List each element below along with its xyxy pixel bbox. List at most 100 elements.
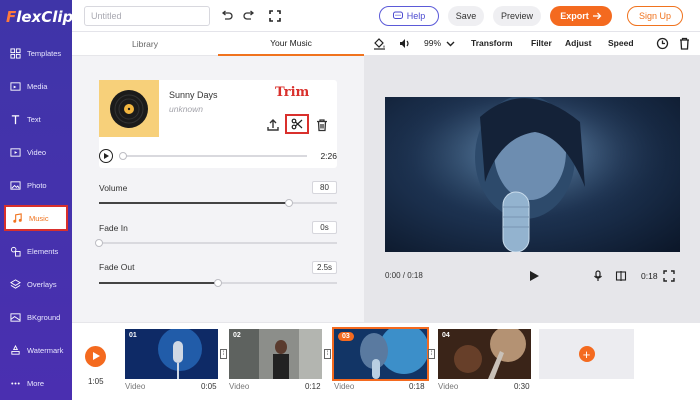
top-bar: Help Save Preview Export Sign Up — [72, 0, 700, 32]
sidebar-item-media[interactable]: Media — [4, 73, 68, 99]
fullscreen-icon[interactable] — [268, 9, 282, 23]
add-clip-button[interactable]: + — [539, 329, 634, 379]
more-icon — [11, 381, 20, 385]
timeline-clip-4[interactable]: 04 — [438, 329, 531, 379]
undo-icon[interactable] — [220, 9, 234, 23]
video-icon — [10, 147, 21, 157]
clock-icon[interactable] — [656, 37, 669, 50]
microphone-icon[interactable] — [592, 270, 604, 282]
end-time: 0:18 — [641, 271, 658, 281]
panel-tabs: Library Your Music — [72, 32, 364, 56]
chevron-down-icon[interactable] — [444, 37, 457, 50]
transition-handle[interactable]: ⁞ — [324, 349, 331, 359]
sidebar-item-label: Watermark — [27, 345, 64, 355]
project-title-input[interactable] — [84, 6, 210, 26]
sidebar-item-bkground[interactable]: BKground — [4, 304, 68, 330]
sidebar-item-label: Elements — [27, 246, 59, 256]
audio-progress-track[interactable] — [119, 152, 307, 160]
sidebar-item-watermark[interactable]: Watermark — [4, 337, 68, 363]
audio-progress-knob[interactable] — [119, 152, 127, 160]
timeline-clip-1[interactable]: 01 — [125, 329, 218, 379]
volume-icon[interactable] — [398, 37, 411, 50]
overlays-icon — [10, 278, 21, 289]
clip-duration: 0:12 — [305, 382, 321, 391]
audio-duration: 2:26 — [320, 151, 337, 161]
trim-button[interactable] — [285, 114, 309, 134]
video-preview[interactable] — [385, 97, 680, 252]
fade-in-slider-knob[interactable] — [95, 239, 103, 247]
volume-value[interactable]: 80 — [312, 181, 337, 194]
grid-icon — [10, 47, 21, 59]
sign-up-button[interactable]: Sign Up — [627, 6, 683, 26]
clip-duration: 0:05 — [201, 382, 217, 391]
folder-icon — [10, 81, 21, 91]
app-logo[interactable]: FlexClip — [0, 0, 73, 34]
plus-icon: + — [578, 346, 595, 362]
upload-icon[interactable] — [266, 118, 280, 132]
watermark-icon — [11, 344, 20, 355]
sidebar-item-more[interactable]: More — [4, 370, 68, 396]
speed-tool[interactable]: Speed — [608, 38, 634, 48]
preview-button[interactable]: Preview — [493, 6, 541, 26]
tab-your-music[interactable]: Your Music — [218, 32, 364, 56]
current-time: 0:00 / 0:18 — [385, 271, 423, 280]
transform-tool[interactable]: Transform — [471, 38, 513, 48]
clip-type: Video — [334, 382, 355, 391]
clip-type: Video — [438, 382, 459, 391]
zoom-level[interactable]: 99% — [424, 38, 441, 48]
transition-handle[interactable]: ⁞ — [220, 349, 227, 359]
sidebar-item-label: Media — [27, 81, 48, 91]
timeline-clip-2[interactable]: 02 — [229, 329, 322, 379]
clip-type: Video — [229, 382, 250, 391]
export-button[interactable]: Export — [550, 6, 612, 26]
sidebar-item-overlays[interactable]: Overlays — [4, 271, 68, 297]
preview-play-icon[interactable] — [528, 270, 540, 282]
sidebar-item-elements[interactable]: Elements — [4, 238, 68, 264]
delete-icon[interactable] — [678, 37, 691, 50]
save-button[interactable]: Save — [448, 6, 484, 26]
volume-slider[interactable] — [99, 199, 337, 207]
volume-slider-fill — [99, 202, 290, 204]
preview-controls: 0:00 / 0:18 0:18 — [385, 269, 680, 283]
fade-out-value[interactable]: 2.5s — [312, 261, 337, 274]
help-button[interactable]: Help — [379, 6, 439, 26]
clip-duration: 0:18 — [409, 382, 425, 391]
clip-number: 03 — [338, 332, 354, 341]
fade-in-label: Fade In — [99, 223, 128, 233]
sidebar-item-photo[interactable]: Photo — [4, 172, 68, 198]
clip-thumbnail — [229, 329, 322, 379]
elements-icon — [10, 246, 21, 257]
vinyl-record-icon — [110, 89, 148, 128]
timeline-play-button[interactable] — [85, 346, 106, 367]
trash-icon[interactable] — [315, 118, 329, 132]
sidebar-item-music[interactable]: Music — [4, 205, 68, 231]
clip-number: 02 — [233, 332, 241, 339]
adjust-tool[interactable]: Adjust — [565, 38, 591, 48]
audio-player: 2:26 — [99, 149, 337, 163]
transition-handle[interactable]: ⁞ — [428, 349, 435, 359]
sidebar-item-templates[interactable]: Templates — [4, 40, 68, 66]
clip-number: 04 — [442, 332, 450, 339]
fade-in-value[interactable]: 0s — [312, 221, 337, 234]
clip-number: 01 — [129, 332, 137, 339]
audio-play-button[interactable] — [99, 149, 113, 163]
fade-out-slider-knob[interactable] — [214, 279, 222, 287]
trim-annotation: Trim — [275, 85, 310, 100]
clip-thumbnail — [125, 329, 218, 379]
paint-bucket-icon[interactable] — [373, 37, 386, 50]
volume-slider-knob[interactable] — [285, 199, 294, 207]
fade-in-slider[interactable] — [95, 239, 337, 247]
timeline-clip-3[interactable]: 03 — [332, 327, 429, 381]
fade-out-slider[interactable] — [99, 279, 337, 287]
sidebar-item-text[interactable]: Text — [4, 106, 68, 132]
music-icon — [13, 212, 22, 223]
filter-tool[interactable]: Filter — [531, 38, 552, 48]
clip-duration: 0:30 — [514, 382, 530, 391]
clip-type: Video — [125, 382, 146, 391]
split-icon[interactable] — [615, 270, 627, 282]
redo-icon[interactable] — [242, 9, 256, 23]
tab-library[interactable]: Library — [72, 32, 218, 56]
expand-icon[interactable] — [663, 270, 675, 282]
sidebar-item-label: Photo — [27, 180, 47, 190]
sidebar-item-video[interactable]: Video — [4, 139, 68, 165]
